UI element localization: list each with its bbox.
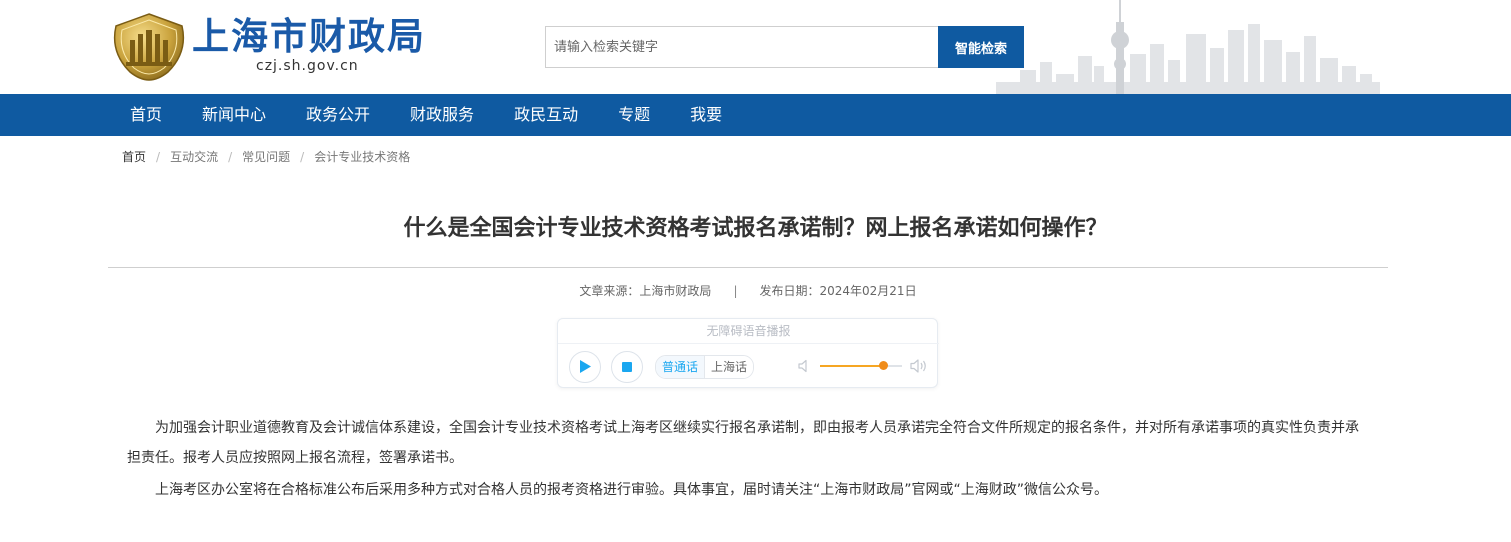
- main-navbar: 首页 新闻中心 政务公开 财政服务 政民互动 专题 我要: [0, 94, 1511, 136]
- nav-item-topics[interactable]: 专题: [598, 94, 670, 136]
- smart-search-button[interactable]: 智能检索: [938, 26, 1024, 68]
- dialect-mandarin[interactable]: 普通话: [656, 356, 706, 378]
- site-name[interactable]: 上海市财政局: [192, 14, 426, 60]
- player-title: 无障碍语音播报: [558, 319, 939, 344]
- nav-item-news[interactable]: 新闻中心: [182, 94, 286, 136]
- title-divider: [108, 267, 1388, 268]
- accessibility-audio-player: 无障碍语音播报 普通话 上海话: [557, 318, 939, 388]
- meta-separator: |: [733, 284, 738, 298]
- dialect-shanghainese[interactable]: 上海话: [705, 356, 754, 378]
- nav-item-i-want[interactable]: 我要: [670, 94, 742, 136]
- dialect-switch: 普通话 上海话: [655, 355, 755, 379]
- stop-icon: [622, 362, 632, 372]
- nav-list: 首页 新闻中心 政务公开 财政服务 政民互动 专题 我要: [110, 94, 742, 136]
- breadcrumb: 首页 / 互动交流 / 常见问题 / 会计专业技术资格: [122, 148, 410, 165]
- article-body: 为加强会计职业道德教育及会计诚信体系建设，全国会计专业技术资格考试上海考区继续实…: [127, 413, 1367, 505]
- breadcrumb-faq[interactable]: 常见问题: [242, 150, 290, 164]
- city-skyline-illustration: [996, 0, 1380, 94]
- breadcrumb-accounting-qualification[interactable]: 会计专业技术资格: [314, 150, 410, 164]
- article-paragraph: 为加强会计职业道德教育及会计诚信体系建设，全国会计专业技术资格考试上海考区继续实…: [127, 420, 1359, 466]
- volume-slider[interactable]: [820, 361, 902, 370]
- article-title: 什么是全国会计专业技术资格考试报名承诺制？网上报名承诺如何操作？: [403, 216, 1108, 241]
- article-meta: 文章来源：上海市财政局 | 发布日期：2024年02月21日: [0, 282, 1496, 299]
- article-paragraph: 上海考区办公室将在合格标准公布后采用多种方式对合格人员的报考资格进行审验。具体事…: [155, 482, 1109, 498]
- finance-bureau-emblem-icon: [113, 13, 185, 81]
- volume-handle[interactable]: [879, 361, 889, 370]
- nav-item-gov-affairs[interactable]: 政务公开: [286, 94, 390, 136]
- article-source: 文章来源：上海市财政局: [579, 284, 712, 298]
- volume-high-icon[interactable]: [910, 358, 928, 374]
- nav-item-finance-services[interactable]: 财政服务: [390, 94, 494, 136]
- breadcrumb-separator: /: [300, 150, 305, 164]
- article-date: 发布日期：2024年02月21日: [759, 284, 917, 298]
- stop-button[interactable]: [611, 351, 643, 383]
- breadcrumb-separator: /: [156, 150, 161, 164]
- play-button[interactable]: [569, 351, 601, 383]
- site-domain: czj.sh.gov.cn: [256, 58, 359, 74]
- volume-low-icon[interactable]: [798, 359, 812, 373]
- breadcrumb-interaction[interactable]: 互动交流: [170, 150, 218, 164]
- search-input[interactable]: [545, 26, 938, 68]
- breadcrumb-home[interactable]: 首页: [122, 150, 146, 164]
- nav-item-interaction[interactable]: 政民互动: [494, 94, 598, 136]
- volume-level: [820, 365, 884, 367]
- site-header: 上海市财政局 czj.sh.gov.cn 智能检索: [0, 0, 1511, 94]
- nav-item-home[interactable]: 首页: [110, 94, 182, 136]
- play-icon: [580, 360, 591, 373]
- breadcrumb-separator: /: [228, 150, 233, 164]
